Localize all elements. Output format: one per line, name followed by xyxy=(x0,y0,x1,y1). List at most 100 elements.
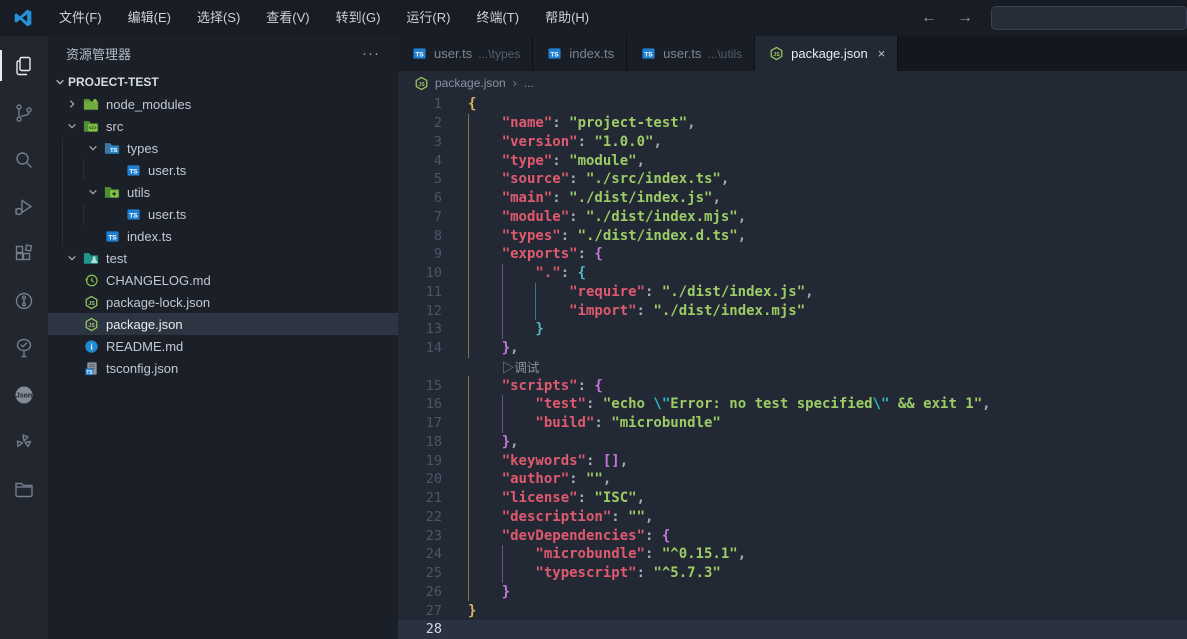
indent-guide xyxy=(468,133,502,152)
explorer-title: 资源管理器 xyxy=(66,44,131,63)
tree-item-user.ts[interactable]: TSuser.ts xyxy=(48,203,398,225)
code-line: 28 xyxy=(398,620,1187,639)
code-token: "./dist/index.d.ts" xyxy=(578,228,738,244)
code-token: "." xyxy=(535,265,560,281)
project-folder-icon[interactable] xyxy=(0,465,48,512)
code-token: , xyxy=(721,171,729,187)
line-number: 24 xyxy=(398,546,442,562)
json-icon: JS xyxy=(767,46,785,62)
svg-text:TS: TS xyxy=(110,148,117,154)
code-token: "import" xyxy=(569,303,636,319)
code-line: 18}, xyxy=(398,433,1187,452)
run-debug-icon[interactable] xyxy=(0,183,48,230)
section-header-project[interactable]: PROJECT-TEST xyxy=(48,71,398,93)
menu-v[interactable]: 查看(V) xyxy=(253,0,322,36)
more-actions-icon[interactable]: ··· xyxy=(362,45,380,62)
tree-item-types[interactable]: TStypes xyxy=(48,137,398,159)
line-number: 6 xyxy=(398,190,442,206)
tab-user.ts[interactable]: TSuser.ts...\types xyxy=(398,36,533,71)
tree-item-readme.md[interactable]: iREADME.md xyxy=(48,335,398,357)
line-number: 5 xyxy=(398,171,442,187)
menu-g[interactable]: 转到(G) xyxy=(323,0,394,36)
code-token: , xyxy=(687,115,695,131)
code-token: [] xyxy=(603,453,620,469)
menu-h[interactable]: 帮助(H) xyxy=(532,0,602,36)
todo-tree-icon[interactable] xyxy=(0,324,48,371)
extensions-icon[interactable] xyxy=(0,230,48,277)
indent-guide xyxy=(468,301,502,320)
file-tree: node_modules</>srcTStypesTSuser.tsutilsT… xyxy=(48,93,398,379)
tree-item-changelog.md[interactable]: CHANGELOG.md xyxy=(48,269,398,291)
menu-s[interactable]: 选择(S) xyxy=(184,0,253,36)
chevron-down-icon xyxy=(83,187,103,197)
code-token: "./src/index.ts" xyxy=(586,171,721,187)
code-token: "source" xyxy=(502,171,569,187)
tree-item-src[interactable]: </>src xyxy=(48,115,398,137)
tab-package.json[interactable]: JSpackage.json× xyxy=(755,36,898,71)
indent-guide xyxy=(468,320,502,339)
line-number: 20 xyxy=(398,471,442,487)
ts-icon: TS xyxy=(124,206,142,222)
svg-text:TS: TS xyxy=(129,212,138,219)
line-number: 7 xyxy=(398,209,442,225)
code-token: "version" xyxy=(502,134,578,150)
menu-e[interactable]: 编辑(E) xyxy=(115,0,184,36)
code-token: , xyxy=(603,471,611,487)
codelens-debug-link[interactable]: ▷调试 xyxy=(502,357,540,376)
breadcrumb[interactable]: JS package.json › ... xyxy=(398,71,1187,95)
line-number: 3 xyxy=(398,134,442,150)
indent-guide xyxy=(468,526,502,545)
search-input[interactable] xyxy=(991,6,1187,30)
tree-item-label: node_modules xyxy=(106,97,191,112)
menu-t[interactable]: 终端(T) xyxy=(463,0,532,36)
line-number: 4 xyxy=(398,153,442,169)
tab-user.ts[interactable]: TSuser.ts...\utils xyxy=(627,36,755,71)
activity-bar: Json xyxy=(0,36,48,639)
ts-icon: TS xyxy=(639,46,657,62)
explorer-icon[interactable] xyxy=(0,42,48,89)
tree-indent-guide xyxy=(83,203,104,225)
code-token: "test" xyxy=(535,396,586,412)
vscode-logo-icon xyxy=(0,8,46,28)
code-token: "^5.7.3" xyxy=(653,565,720,581)
tree-item-node-modules[interactable]: node_modules xyxy=(48,93,398,115)
breadcrumb-file: package.json xyxy=(435,76,506,90)
code-editor[interactable]: 1{2"name": "project-test",3"version": "1… xyxy=(398,95,1187,639)
sidebar-explorer: 资源管理器 ··· PROJECT-TEST node_modules </>sr… xyxy=(48,36,398,639)
tab-bar: TSuser.ts...\typesTSindex.tsTSuser.ts...… xyxy=(398,36,1187,71)
tree-item-user.ts[interactable]: TSuser.ts xyxy=(48,159,398,181)
tree-item-index.ts[interactable]: TSindex.ts xyxy=(48,225,398,247)
tree-item-test[interactable]: test xyxy=(48,247,398,269)
codelens-row: ▷调试 xyxy=(398,358,1187,377)
tree-item-label: README.md xyxy=(106,339,183,354)
code-line: 13} xyxy=(398,320,1187,339)
close-icon[interactable]: × xyxy=(878,46,886,61)
line-number: 28 xyxy=(398,621,442,637)
pinwheel-ext-icon[interactable] xyxy=(0,418,48,465)
tree-item-label: CHANGELOG.md xyxy=(106,273,211,288)
code-token: : xyxy=(552,190,569,206)
nav-forward-icon[interactable]: → xyxy=(947,9,983,27)
indent-guide xyxy=(468,376,502,395)
remote-circle-icon[interactable] xyxy=(0,277,48,324)
menu-r[interactable]: 运行(R) xyxy=(393,0,463,36)
line-number: 1 xyxy=(398,96,442,112)
code-token: : xyxy=(569,209,586,225)
code-token: : xyxy=(611,509,628,525)
tree-item-package.json[interactable]: JSpackage.json xyxy=(48,313,398,335)
svg-text:TS: TS xyxy=(129,168,138,175)
code-token: : xyxy=(569,171,586,187)
tree-item-utils[interactable]: utils xyxy=(48,181,398,203)
tree-item-tsconfig.json[interactable]: TStsconfig.json xyxy=(48,357,398,379)
code-token: : xyxy=(645,546,662,562)
code-token: , xyxy=(982,396,990,412)
source-control-icon[interactable] xyxy=(0,89,48,136)
menu-f[interactable]: 文件(F) xyxy=(46,0,115,36)
title-bar: 文件(F)编辑(E)选择(S)查看(V)转到(G)运行(R)终端(T)帮助(H)… xyxy=(0,0,1187,36)
nav-back-icon[interactable]: ← xyxy=(911,9,947,27)
json-badge-icon[interactable]: Json xyxy=(0,371,48,418)
tree-item-package-lock.json[interactable]: JSpackage-lock.json xyxy=(48,291,398,313)
tab-index.ts[interactable]: TSindex.ts xyxy=(533,36,627,71)
indent-guide xyxy=(468,264,502,283)
search-icon[interactable] xyxy=(0,136,48,183)
